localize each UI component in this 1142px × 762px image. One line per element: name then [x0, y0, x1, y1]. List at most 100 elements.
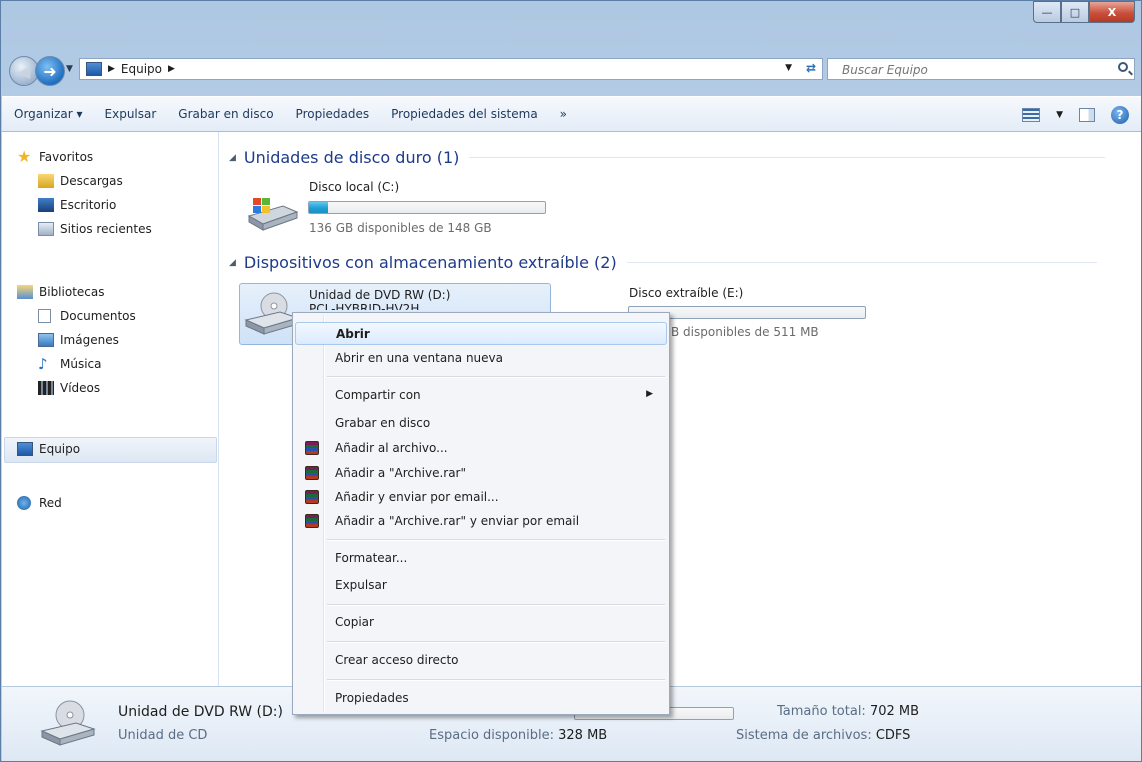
menu-item-create-shortcut[interactable]: Crear acceso directo	[295, 649, 667, 672]
recent-places-icon	[38, 222, 54, 236]
refresh-icon[interactable]: ⇄	[806, 61, 816, 75]
menu-separator	[327, 641, 665, 643]
menu-item-copy[interactable]: Copiar	[295, 611, 667, 634]
nav-network[interactable]: Red	[17, 496, 62, 510]
menu-separator	[327, 539, 665, 541]
menu-item-label: Abrir	[336, 327, 370, 341]
nav-label: Documentos	[60, 309, 136, 323]
nav-label: Descargas	[60, 174, 123, 188]
menu-item-share-with[interactable]: Compartir con ▶	[295, 384, 667, 407]
nav-computer[interactable]: Equipo	[17, 442, 81, 456]
address-dropdown-icon[interactable]: ▼	[785, 63, 792, 73]
search-input[interactable]	[840, 62, 1084, 78]
collapse-triangle-icon[interactable]: ◢	[229, 153, 236, 163]
group-header-hard-drives[interactable]: ◢ Unidades de disco duro (1)	[229, 148, 1106, 167]
libraries-icon	[17, 285, 33, 299]
properties-button[interactable]: Propiedades	[285, 107, 381, 121]
menu-item-label: Copiar	[335, 615, 374, 629]
preview-pane-icon[interactable]	[1079, 108, 1095, 122]
menu-item-add-to-archive-rar[interactable]: Añadir a "Archive.rar"	[295, 462, 667, 485]
menu-item-label: Expulsar	[335, 578, 387, 592]
help-icon[interactable]: ?	[1111, 106, 1129, 124]
forward-button[interactable]: ➜	[35, 56, 65, 86]
search-icon[interactable]	[1118, 62, 1128, 72]
minimize-button[interactable]: —	[1033, 1, 1061, 23]
nav-label: Escritorio	[60, 198, 117, 212]
collapse-triangle-icon[interactable]: ◢	[229, 258, 236, 268]
drive-c-name: Disco local (C:)	[309, 180, 400, 194]
system-properties-button[interactable]: Propiedades del sistema	[380, 107, 549, 121]
group-header-removable[interactable]: ◢ Dispositivos con almacenamiento extraí…	[229, 253, 1097, 272]
nav-documents[interactable]: Documentos	[38, 309, 136, 323]
nav-label: Vídeos	[60, 381, 101, 395]
menu-item-eject[interactable]: Expulsar	[295, 574, 667, 597]
breadcrumb-arrow-icon[interactable]: ▶	[108, 64, 115, 74]
nav-desktop[interactable]: Escritorio	[38, 198, 117, 212]
menu-item-label: Crear acceso directo	[335, 653, 459, 667]
network-icon	[17, 496, 31, 510]
menu-item-add-to-archive[interactable]: Añadir al archivo...	[295, 437, 667, 460]
music-icon: ♪	[38, 355, 48, 373]
menu-item-label: Añadir a "Archive.rar"	[335, 466, 467, 480]
total-size-label: Tamaño total:	[777, 704, 866, 719]
videos-icon	[38, 381, 54, 395]
title-bar: — □ X	[1, 1, 1141, 51]
menu-item-add-rar-and-email[interactable]: Añadir a "Archive.rar" y enviar por emai…	[295, 510, 667, 533]
windows-drive-icon	[243, 194, 299, 234]
nav-label: Red	[39, 496, 62, 510]
close-button[interactable]: X	[1089, 1, 1135, 23]
menu-item-label: Abrir en una ventana nueva	[335, 351, 503, 365]
menu-item-label: Añadir al archivo...	[335, 441, 448, 455]
more-commands-button[interactable]: »	[549, 107, 578, 121]
drive-c-usage-fill	[309, 202, 328, 213]
file-system-value: CDFS	[875, 728, 911, 743]
drive-c-usage-bar	[308, 201, 546, 214]
free-space-label: Espacio disponible:	[429, 728, 554, 743]
nav-label: Favoritos	[39, 150, 94, 164]
address-bar[interactable]: ▶ Equipo ▶ ▼ ⇄	[79, 58, 823, 80]
menu-item-properties[interactable]: Propiedades	[295, 687, 667, 710]
nav-music[interactable]: ♪ Música	[38, 355, 102, 373]
menu-item-burn-disc[interactable]: Grabar en disco	[295, 412, 667, 435]
breadcrumb-equipo[interactable]: Equipo	[121, 62, 162, 76]
maximize-button[interactable]: □	[1061, 1, 1089, 23]
nav-favorites[interactable]: ★ Favoritos	[17, 147, 94, 166]
explorer-window: — □ X ◀ ➜ ▼ ▶ Equipo ▶ ▼ ⇄ Organizar ▾ E…	[0, 0, 1142, 762]
nav-label: Música	[60, 357, 102, 371]
documents-icon	[38, 309, 51, 323]
breadcrumb-arrow-icon[interactable]: ▶	[168, 64, 175, 74]
change-view-icon[interactable]	[1022, 108, 1041, 122]
nav-videos[interactable]: Vídeos	[38, 381, 101, 395]
menu-item-add-and-email[interactable]: Añadir y enviar por email...	[295, 486, 667, 509]
nav-selection-highlight	[4, 437, 217, 463]
organize-button[interactable]: Organizar ▾	[2, 107, 94, 121]
details-type: Unidad de CD	[118, 728, 208, 743]
menu-separator	[327, 679, 665, 681]
total-size-value: 702 MB	[869, 704, 920, 719]
nav-downloads[interactable]: Descargas	[38, 174, 123, 188]
menu-item-open[interactable]: Abrir	[295, 322, 667, 345]
menu-item-label: Compartir con	[335, 388, 421, 402]
burn-disc-button[interactable]: Grabar en disco	[167, 107, 284, 121]
free-space-value: 328 MB	[558, 728, 608, 743]
submenu-arrow-icon: ▶	[646, 389, 653, 399]
file-system-label: Sistema de archivos:	[736, 728, 872, 743]
group-divider	[469, 157, 1106, 158]
nav-label: Equipo	[39, 442, 81, 456]
drive-d-label: PCL-HYBRID-HV2H	[309, 302, 420, 310]
recent-pages-dropdown[interactable]: ▼	[66, 64, 73, 74]
nav-libraries[interactable]: Bibliotecas	[17, 285, 104, 299]
dvd-drive-icon	[40, 697, 96, 746]
command-bar: Organizar ▾ Expulsar Grabar en disco Pro…	[2, 96, 1141, 132]
nav-recent-places[interactable]: Sitios recientes	[38, 222, 152, 236]
view-dropdown-icon[interactable]: ▼	[1056, 110, 1063, 120]
menu-item-format[interactable]: Formatear...	[295, 547, 667, 570]
eject-button[interactable]: Expulsar	[94, 107, 168, 121]
nav-pictures[interactable]: Imágenes	[38, 333, 119, 347]
computer-icon	[17, 442, 33, 456]
navigation-bar: ◀ ➜ ▼ ▶ Equipo ▶ ▼ ⇄	[9, 56, 1135, 86]
nav-label: Sitios recientes	[60, 222, 152, 236]
menu-item-open-new-window[interactable]: Abrir en una ventana nueva	[295, 347, 667, 370]
menu-item-label: Añadir y enviar por email...	[335, 490, 499, 504]
search-box[interactable]	[827, 58, 1135, 80]
